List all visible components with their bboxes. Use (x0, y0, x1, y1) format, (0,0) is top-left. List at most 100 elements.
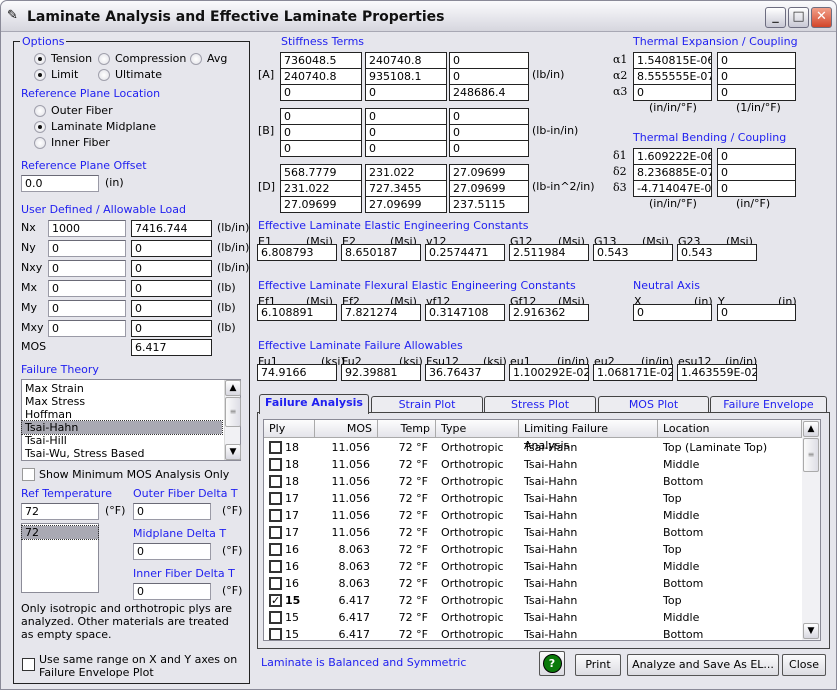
cell-analysis: Tsai-Hahn (524, 458, 578, 471)
scroll-thumb[interactable]: ≡ (225, 397, 241, 427)
column-header-temp[interactable]: Temp (378, 420, 436, 438)
row-checkbox[interactable] (269, 492, 282, 505)
minimize-button[interactable]: _ (765, 7, 786, 28)
load-unit: (lb/in) (217, 241, 250, 254)
cell-ply: 18 (285, 475, 299, 488)
column-header-limiting-failure-analysis[interactable]: Limiting Failure Analysis (519, 420, 658, 452)
ref-plane-label: Reference Plane Location (21, 87, 161, 100)
failure-theory-item[interactable]: Tsai-Wu, Stress Based (22, 447, 222, 460)
cell-ply: 15 (285, 594, 301, 607)
failure-theory-list[interactable]: Max Strain Max Stress Hoffman Tsai-Hahn Tsai… (21, 379, 241, 461)
table-row[interactable]: ✓ 15 6.417 72 °F Orthotropic Tsai-Hahn Top (264, 592, 802, 609)
matrix-A-cell: 0 (449, 52, 529, 69)
print-button[interactable]: Print (575, 654, 621, 676)
table-row[interactable]: 15 6.417 72 °F Orthotropic Tsai-Hahn Bottom (264, 626, 802, 640)
table-scroll-down-icon[interactable]: ▼ (803, 623, 819, 639)
limit-radio[interactable] (34, 69, 46, 81)
matrix-A-label: [A] (258, 68, 275, 81)
load-user-input[interactable]: 0 (48, 300, 126, 317)
load-user-input[interactable]: 0 (48, 260, 126, 277)
ref-temp-list-item[interactable]: 72 (21, 525, 99, 540)
ref-temp-input[interactable]: 72 (21, 503, 99, 520)
mid-dt-input[interactable]: 0 (133, 543, 211, 560)
offset-input[interactable]: 0.0 (21, 175, 99, 192)
show-min-mos-checkbox[interactable] (22, 468, 35, 481)
loads-label: User Defined / Allowable Load (21, 203, 186, 216)
scroll-up-icon[interactable]: ▲ (225, 380, 241, 396)
same-range-checkbox[interactable] (22, 658, 35, 671)
table-scroll-thumb[interactable]: ≡ (803, 438, 819, 472)
table-row[interactable]: 17 11.056 72 °F Orthotropic Tsai-Hahn Top (264, 490, 802, 507)
cell-mos: 11.056 (331, 475, 371, 488)
help-button[interactable]: ? (539, 651, 565, 676)
load-user-input[interactable]: 0 (48, 280, 126, 297)
table-row[interactable]: 16 8.063 72 °F Orthotropic Tsai-Hahn Bottom (264, 575, 802, 592)
failure-theory-scrollbar[interactable]: ▲ ≡ ▼ (224, 380, 241, 460)
table-row[interactable]: 18 11.056 72 °F Orthotropic Tsai-Hahn Middle (264, 456, 802, 473)
row-checkbox[interactable] (269, 560, 282, 573)
tab-strain-plot[interactable]: Strain Plot (371, 396, 483, 413)
row-checkbox[interactable] (269, 577, 282, 590)
ref-temp-list[interactable]: 72 (21, 523, 99, 593)
cell-type: Orthotropic (441, 560, 504, 573)
failure-theory-item[interactable]: Tsai-Hill (22, 434, 222, 447)
column-header-mos[interactable]: MOS (315, 420, 378, 438)
row-checkbox[interactable] (269, 458, 282, 471)
tab-failure-envelope[interactable]: Failure Envelope (710, 396, 827, 413)
close-window-button[interactable]: ✕ (811, 7, 832, 28)
table-row[interactable]: 16 8.063 72 °F Orthotropic Tsai-Hahn Middle (264, 558, 802, 575)
table-row[interactable]: 17 11.056 72 °F Orthotropic Tsai-Hahn Middle (264, 507, 802, 524)
table-scroll-up-icon[interactable]: ▲ (803, 421, 819, 437)
table-row[interactable]: 15 6.417 72 °F Orthotropic Tsai-Hahn Middle (264, 609, 802, 626)
laminate-midplane-radio[interactable] (34, 121, 46, 133)
cell-mos: 6.417 (338, 594, 371, 607)
column-header-ply[interactable]: Ply (264, 420, 315, 438)
table-row[interactable]: 18 11.056 72 °F Orthotropic Tsai-Hahn Bottom (264, 473, 802, 490)
table-row[interactable]: 16 8.063 72 °F Orthotropic Tsai-Hahn Top (264, 541, 802, 558)
row-checkbox[interactable] (269, 509, 282, 522)
column-header-type[interactable]: Type (436, 420, 519, 438)
table-scrollbar[interactable]: ▲ ≡ ▼ (802, 420, 820, 640)
table-row[interactable]: 17 11.056 72 °F Orthotropic Tsai-Hahn Bottom (264, 524, 802, 541)
load-user-input[interactable]: 1000 (48, 220, 126, 237)
row-checkbox[interactable] (269, 441, 282, 454)
failure-theory-item[interactable]: Max Strain (22, 382, 222, 395)
table-row[interactable]: 18 11.056 72 °F Orthotropic Tsai-Hahn Top (La… (264, 439, 802, 456)
row-checkbox[interactable]: ✓ (269, 594, 282, 607)
tension-radio[interactable] (34, 53, 46, 65)
outer-fiber-radio[interactable] (34, 105, 46, 117)
tab-mos-plot[interactable]: MOS Plot (598, 396, 709, 413)
scroll-down-icon[interactable]: ▼ (225, 444, 241, 460)
cell-location: Top (663, 594, 682, 607)
cell-type: Orthotropic (441, 441, 504, 454)
inner-fiber-radio[interactable] (34, 137, 46, 149)
tab-stress-plot[interactable]: Stress Plot (484, 396, 596, 413)
column-header-location[interactable]: Location (658, 420, 802, 438)
row-checkbox[interactable] (269, 526, 282, 539)
row-checkbox[interactable] (269, 611, 282, 624)
cell-ply: 16 (285, 543, 299, 556)
compression-radio[interactable] (98, 53, 110, 65)
tab-failure-analysis[interactable]: Failure Analysis (259, 394, 369, 414)
load-user-input[interactable]: 0 (48, 240, 126, 257)
failure-theory-item[interactable]: Max Stress (22, 395, 222, 408)
outer-dt-input[interactable]: 0 (133, 503, 211, 520)
analyze-save-button[interactable]: Analyze and Save As EL... (627, 654, 779, 676)
inner-dt-input[interactable]: 0 (133, 583, 211, 600)
ultimate-radio[interactable] (98, 69, 110, 81)
load-user-input[interactable]: 0 (48, 320, 126, 337)
flexural-field-value: 6.108891 (257, 304, 337, 321)
row-checkbox[interactable] (269, 475, 282, 488)
cell-location: Bottom (663, 526, 704, 539)
row-checkbox[interactable] (269, 628, 282, 640)
load-name-label: Ny (21, 241, 36, 254)
matrix-B-cell: 0 (365, 124, 447, 141)
cell-temp: 72 °F (398, 475, 428, 488)
maximize-button[interactable]: □ (788, 7, 809, 28)
matrix-D-cell: 27.09699 (449, 180, 529, 197)
avg-radio[interactable] (190, 53, 202, 65)
close-button[interactable]: Close (782, 654, 826, 676)
failure-theory-item[interactable]: Tsai-Hahn (21, 420, 223, 435)
row-checkbox[interactable] (269, 543, 282, 556)
failure-theory-item[interactable]: Hoffman (22, 408, 222, 421)
